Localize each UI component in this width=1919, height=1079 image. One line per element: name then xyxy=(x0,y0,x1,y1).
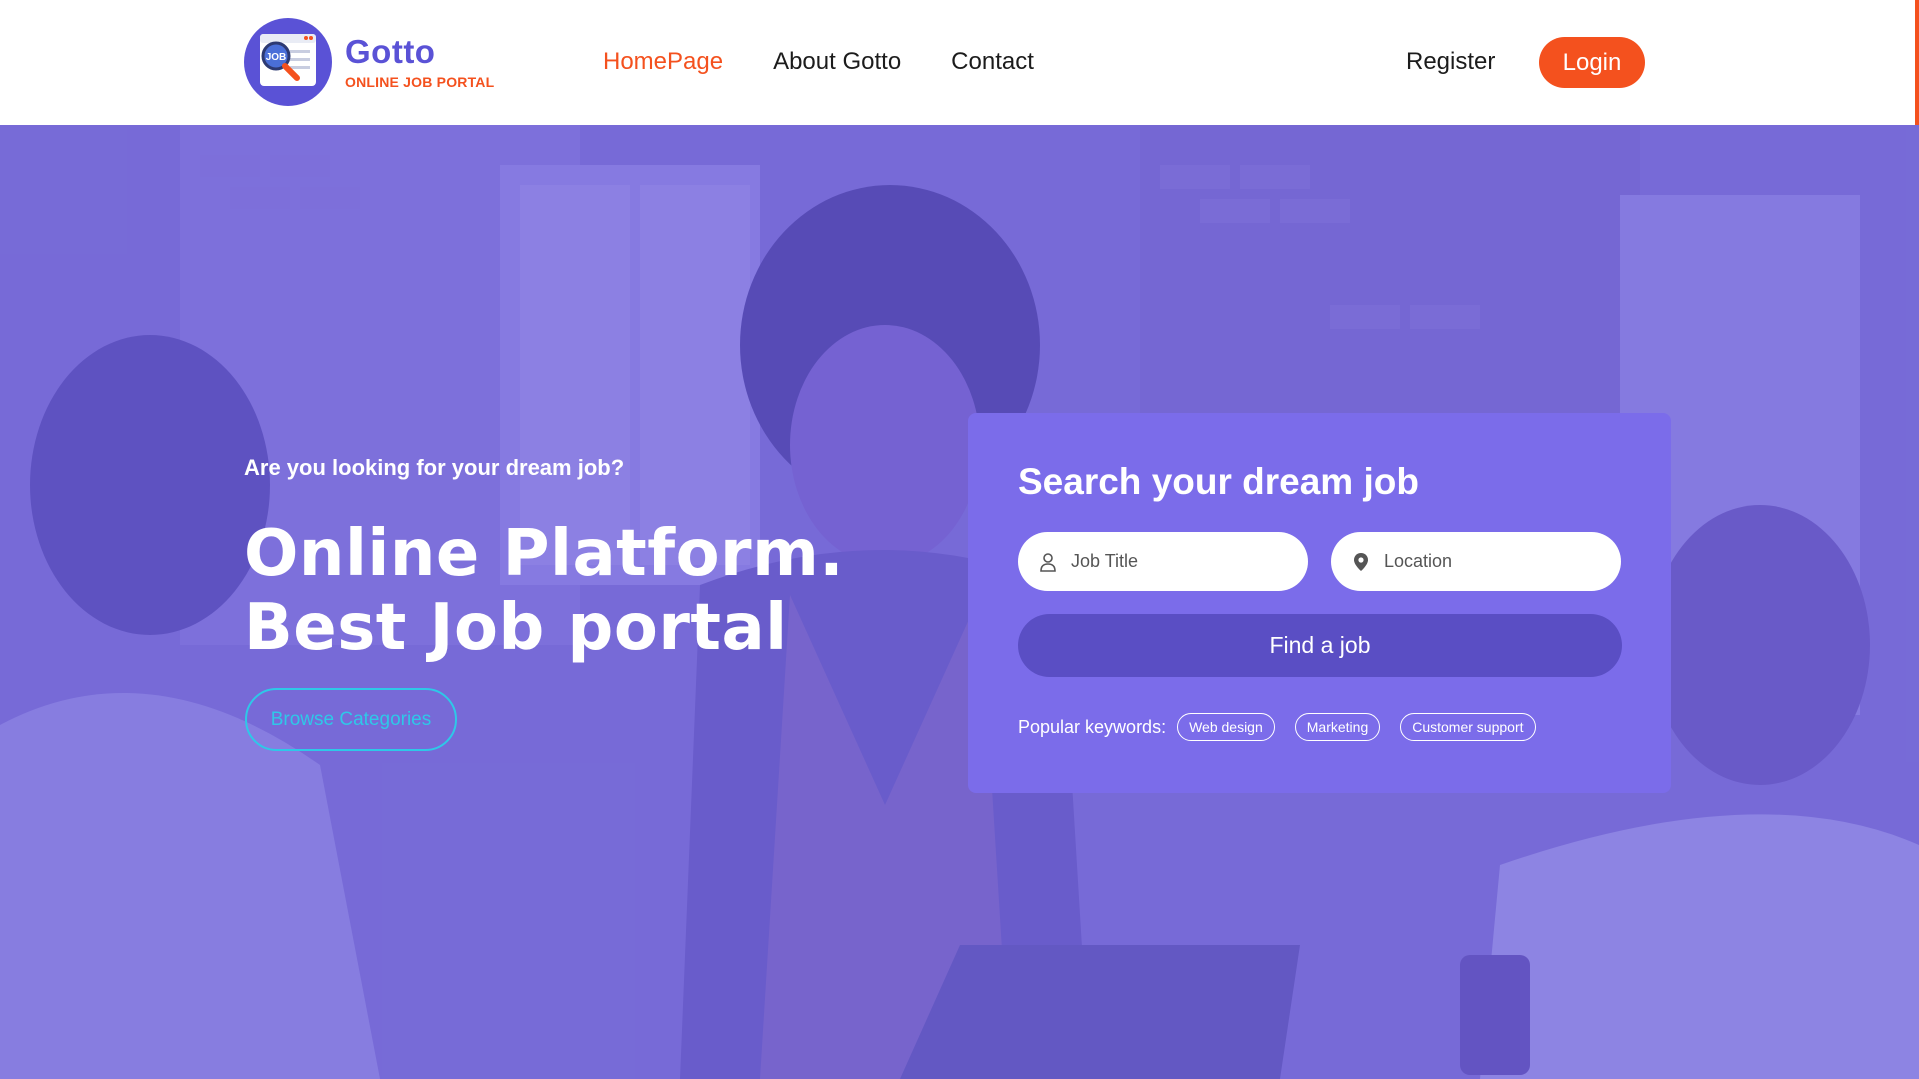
nav-about[interactable]: About Gotto xyxy=(773,48,901,76)
search-card: Search your dream job Find a job Popula xyxy=(968,413,1671,793)
job-search-logo-icon: JOB xyxy=(260,34,316,86)
brand-name: Gotto xyxy=(345,33,436,70)
hero-title: Online Platform. Best Job portal xyxy=(244,517,844,665)
brand-subtitle: ONLINE JOB PORTAL xyxy=(345,74,495,90)
hero-section: Are you looking for your dream job? Onli… xyxy=(0,125,1919,1079)
site-header: JOB Gotto ONLINE JOB PORTAL HomePage Abo… xyxy=(0,0,1919,155)
login-button[interactable]: Login xyxy=(1539,37,1645,88)
location-input[interactable] xyxy=(1384,551,1604,572)
job-title-field[interactable] xyxy=(1018,532,1308,591)
job-title-input[interactable] xyxy=(1071,551,1291,572)
brand-logo[interactable]: JOB Gotto ONLINE JOB PORTAL xyxy=(244,18,494,106)
search-title: Search your dream job xyxy=(1018,461,1419,502)
find-job-button[interactable]: Find a job xyxy=(1018,614,1622,677)
hero-kicker: Are you looking for your dream job? xyxy=(244,455,625,480)
location-field[interactable] xyxy=(1331,532,1621,591)
browse-categories-button[interactable]: Browse Categories xyxy=(245,688,457,751)
hero-title-line2: Best Job portal xyxy=(244,591,788,665)
svg-text:JOB: JOB xyxy=(266,52,287,63)
nav-contact[interactable]: Contact xyxy=(951,48,1034,76)
keyword-chip-marketing[interactable]: Marketing xyxy=(1294,713,1381,741)
main-nav: HomePage About Gotto Contact xyxy=(603,48,1084,76)
hero-title-line1: Online Platform. xyxy=(244,517,845,591)
nav-homepage[interactable]: HomePage xyxy=(603,48,723,76)
logo-badge: JOB xyxy=(244,18,332,106)
keyword-chip-web-design[interactable]: Web design xyxy=(1177,713,1275,741)
popular-keywords: Popular keywords: Web design Marketing C… xyxy=(1018,713,1556,741)
popular-keywords-label: Popular keywords: xyxy=(1018,716,1167,737)
map-pin-icon xyxy=(1351,552,1371,572)
register-link[interactable]: Register xyxy=(1406,48,1495,76)
user-icon xyxy=(1038,552,1058,572)
keyword-chip-customer-support[interactable]: Customer support xyxy=(1400,713,1536,741)
